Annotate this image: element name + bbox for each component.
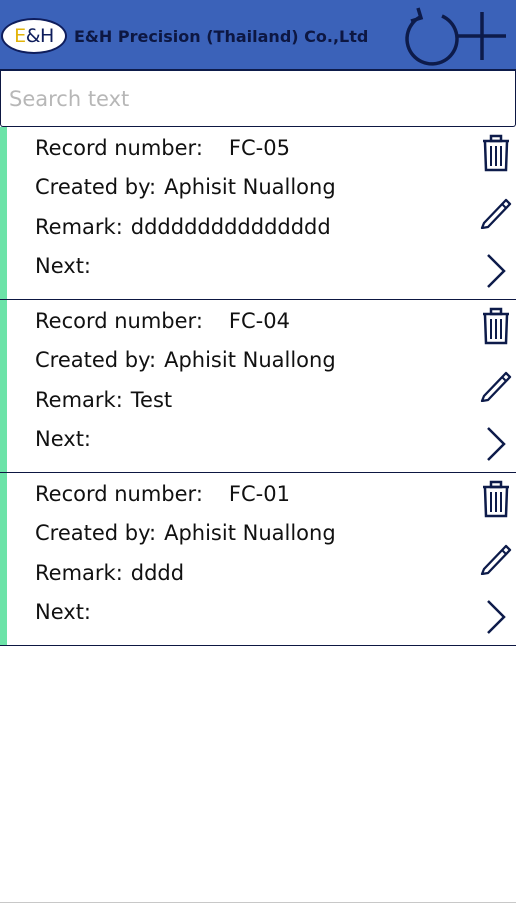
bottom-divider (0, 902, 516, 903)
pencil-icon[interactable] (480, 368, 513, 402)
chevron-right-icon[interactable] (484, 598, 508, 636)
company-logo: E & H (1, 18, 67, 54)
search-input[interactable] (9, 75, 505, 123)
app-header: E & H E&H Precision (Thailand) Co.,Ltd (0, 0, 516, 71)
next-row: Next: (35, 427, 91, 451)
record-number-value: FC-01 (228, 482, 290, 506)
refresh-icon[interactable] (400, 6, 460, 66)
record-item[interactable]: Record number: FC-05 Created by: Aphisit N… (0, 127, 516, 300)
created-by-value: Aphisit Nuallong (164, 175, 336, 199)
record-number-row: Record number: FC-04 (35, 309, 290, 333)
pencil-icon[interactable] (480, 541, 513, 575)
accent-bar (0, 473, 7, 645)
remark-value: Test (130, 388, 173, 412)
accent-bar (0, 127, 7, 299)
remark-row: Remark: dddd (35, 561, 185, 585)
remark-value: ddddddddddddddd (130, 215, 331, 239)
trash-icon[interactable] (481, 134, 511, 172)
remark-row: Remark: ddddddddddddddd (35, 215, 331, 239)
chevron-right-icon[interactable] (484, 425, 508, 463)
record-list: Record number: FC-05 Created by: Aphisit N… (0, 127, 516, 646)
next-row: Next: (35, 600, 91, 624)
record-item[interactable]: Record number: FC-01 Created by: Aphisit N… (0, 473, 516, 646)
remark-row: Remark: Test (35, 388, 173, 412)
created-by-row: Created by: Aphisit Nuallong (35, 348, 336, 372)
trash-icon[interactable] (481, 480, 511, 518)
record-number-value: FC-05 (228, 136, 290, 160)
company-name: E&H Precision (Thailand) Co.,Ltd (74, 27, 369, 46)
pencil-icon[interactable] (480, 195, 513, 229)
remark-value: dddd (130, 561, 185, 585)
record-item[interactable]: Record number: FC-04 Created by: Aphisit N… (0, 300, 516, 473)
accent-bar (0, 300, 7, 472)
record-number-value: FC-04 (228, 309, 290, 333)
created-by-row: Created by: Aphisit Nuallong (35, 175, 336, 199)
trash-icon[interactable] (481, 307, 511, 345)
next-row: Next: (35, 254, 91, 278)
created-by-row: Created by: Aphisit Nuallong (35, 521, 336, 545)
record-number-row: Record number: FC-01 (35, 482, 290, 506)
chevron-right-icon[interactable] (484, 252, 508, 290)
record-number-row: Record number: FC-05 (35, 136, 290, 160)
created-by-value: Aphisit Nuallong (164, 521, 336, 545)
created-by-value: Aphisit Nuallong (164, 348, 336, 372)
add-icon[interactable] (456, 10, 508, 62)
search-box (0, 71, 516, 127)
